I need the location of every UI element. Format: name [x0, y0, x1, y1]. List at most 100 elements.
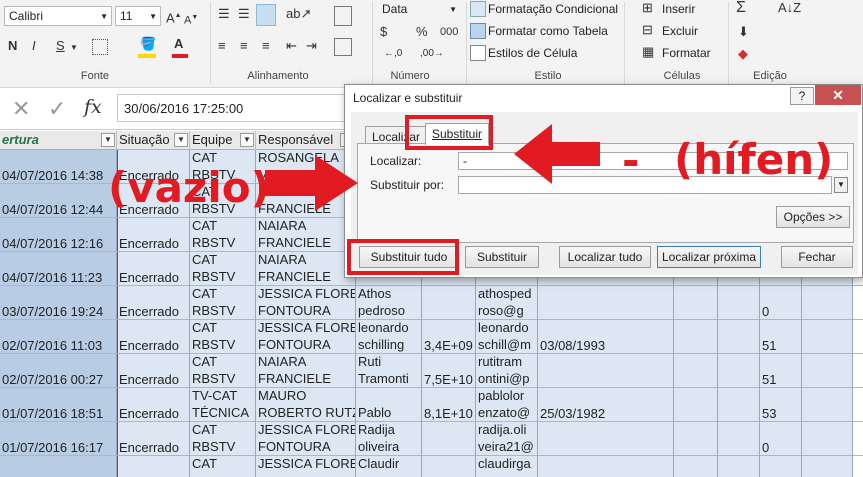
table-cell[interactable]: NAIARA FRANCIELE: [256, 354, 356, 388]
table-cell[interactable]: CAT RBSTV: [190, 286, 256, 320]
filter-dropdown-icon[interactable]: ▼: [240, 133, 254, 147]
number-format-box[interactable]: Data ▼: [378, 0, 460, 20]
shrink-font-icon[interactable]: A▼: [184, 10, 198, 29]
table-cell[interactable]: NAIARA FRANCIELE: [256, 184, 356, 218]
table-cell[interactable]: CAT RBSTV: [190, 252, 256, 286]
table-cell[interactable]: 01/07/2016 16:17: [0, 422, 117, 456]
table-cell[interactable]: ROSANGELA MARI: [256, 150, 356, 184]
chevron-down-icon[interactable]: ▼: [70, 40, 78, 56]
table-cell[interactable]: 04/07/2016 12:44: [0, 184, 117, 218]
table-cell[interactable]: 01/07/2016 18:51: [0, 388, 117, 422]
table-cell[interactable]: Encerrado: [117, 218, 190, 252]
find-all-button[interactable]: Localizar tudo: [559, 246, 651, 268]
table-cell[interactable]: CAT: [190, 456, 256, 477]
increase-indent-icon[interactable]: ⇥: [306, 38, 317, 54]
autosum-icon[interactable]: Σ: [736, 0, 746, 16]
table-cell[interactable]: [718, 286, 760, 320]
table-cell[interactable]: CAT RBSTV: [190, 354, 256, 388]
filter-dropdown-icon[interactable]: ▼: [101, 133, 115, 147]
table-cell[interactable]: 8,1E+10: [422, 388, 476, 422]
wrap-text-icon[interactable]: [334, 6, 352, 26]
table-cell[interactable]: Encerrado: [117, 422, 190, 456]
table-cell[interactable]: [802, 456, 853, 477]
tab-substituir[interactable]: Substituir: [425, 123, 490, 145]
find-next-button[interactable]: Localizar próxima: [657, 246, 761, 268]
table-cell[interactable]: [538, 286, 674, 320]
table-cell[interactable]: Pablo: [356, 388, 422, 422]
table-cell[interactable]: Athos pedroso: [356, 286, 422, 320]
chevron-down-icon[interactable]: ▼: [449, 3, 457, 17]
table-cell[interactable]: [538, 456, 674, 477]
cell-styles-button[interactable]: Estilos de Célula: [488, 46, 577, 60]
confirm-icon[interactable]: ✓: [48, 96, 66, 122]
table-cell[interactable]: leonardo schilling: [356, 320, 422, 354]
align-bottom-icon[interactable]: [256, 4, 276, 26]
header-equipe[interactable]: Equipe ▼: [190, 131, 256, 150]
table-cell[interactable]: [674, 388, 718, 422]
format-as-table-button[interactable]: Formatar como Tabela: [488, 24, 608, 38]
table-cell[interactable]: athosped roso@g: [476, 286, 538, 320]
conditional-format-button[interactable]: Formatação Condicional: [488, 2, 618, 16]
table-cell[interactable]: 04/07/2016 12:16: [0, 218, 117, 252]
bold-button[interactable]: N: [8, 38, 17, 54]
font-name-box[interactable]: Calibri ▼: [4, 6, 112, 26]
close-button[interactable]: Fechar: [781, 246, 853, 268]
clear-icon[interactable]: ◆: [738, 46, 748, 62]
percent-icon[interactable]: %: [416, 24, 428, 40]
table-cell[interactable]: CAT RBSTV: [190, 320, 256, 354]
close-icon[interactable]: ✕: [815, 85, 861, 105]
align-center-icon[interactable]: ≡: [240, 38, 248, 54]
table-cell[interactable]: [718, 354, 760, 388]
align-top-icon[interactable]: ☰: [218, 6, 230, 22]
table-cell[interactable]: [674, 422, 718, 456]
chevron-down-icon[interactable]: ▼: [834, 177, 848, 193]
table-cell[interactable]: Encerrado: [117, 388, 190, 422]
table-cell[interactable]: [538, 354, 674, 388]
increase-decimal-icon[interactable]: ←,0: [384, 46, 402, 62]
table-cell[interactable]: [674, 456, 718, 477]
table-cell[interactable]: leonardo schill@m: [476, 320, 538, 354]
align-middle-icon[interactable]: ☰: [238, 6, 250, 22]
options-button[interactable]: Opções >>: [776, 206, 850, 228]
header-responsavel[interactable]: Responsável ▼: [256, 131, 356, 150]
table-cell[interactable]: 04/07/2016 11:23: [0, 252, 117, 286]
table-cell[interactable]: 0: [760, 422, 802, 456]
cancel-icon[interactable]: ✕: [12, 96, 30, 122]
table-cell[interactable]: [674, 286, 718, 320]
table-cell[interactable]: CAT RBSTV: [190, 218, 256, 252]
insert-button[interactable]: Inserir: [662, 2, 695, 16]
table-cell[interactable]: JESSICA FLORES FONTOURA: [256, 286, 356, 320]
table-cell[interactable]: 7,5E+10: [422, 354, 476, 388]
table-cell[interactable]: [674, 320, 718, 354]
font-color-icon[interactable]: A: [174, 36, 183, 52]
font-size-box[interactable]: 11 ▼: [115, 6, 161, 26]
grow-font-icon[interactable]: A▲: [166, 8, 182, 26]
insert-function-icon[interactable]: fx: [84, 96, 102, 118]
merge-icon[interactable]: [334, 38, 352, 56]
help-button[interactable]: ?: [790, 87, 814, 105]
table-cell[interactable]: [760, 456, 802, 477]
filter-dropdown-icon[interactable]: ▼: [174, 133, 188, 147]
table-cell[interactable]: Radija oliveira: [356, 422, 422, 456]
borders-icon[interactable]: [92, 39, 108, 55]
table-cell[interactable]: [422, 286, 476, 320]
table-cell[interactable]: JESSICA FLORES FONTOURA: [256, 422, 356, 456]
table-cell[interactable]: NAIARA FRANCIELE: [256, 252, 356, 286]
table-cell[interactable]: [0, 456, 117, 477]
table-cell[interactable]: CAT RBSTV: [190, 422, 256, 456]
table-cell[interactable]: [718, 422, 760, 456]
chevron-down-icon[interactable]: ▼: [100, 10, 108, 24]
table-cell[interactable]: 53: [760, 388, 802, 422]
table-cell[interactable]: JESSICA FLORES: [256, 456, 356, 477]
table-cell[interactable]: [674, 354, 718, 388]
table-cell[interactable]: [718, 456, 760, 477]
align-right-icon[interactable]: ≡: [262, 38, 270, 54]
table-cell[interactable]: radija.oli veira21@: [476, 422, 538, 456]
table-cell[interactable]: 25/03/1982: [538, 388, 674, 422]
formula-input[interactable]: 30/06/2016 17:25:00: [117, 94, 347, 122]
orientation-icon[interactable]: ab↗: [286, 6, 311, 22]
table-cell[interactable]: 51: [760, 354, 802, 388]
chevron-down-icon[interactable]: ▼: [149, 10, 157, 24]
align-left-icon[interactable]: ≡: [218, 38, 226, 54]
table-cell[interactable]: JESSICA FLORES FONTOURA: [256, 320, 356, 354]
